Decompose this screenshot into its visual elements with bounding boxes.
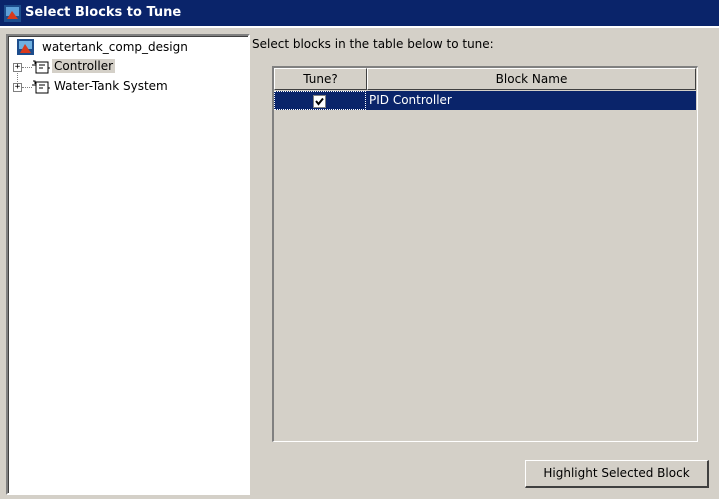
tune-checkbox[interactable] bbox=[313, 95, 326, 108]
instructions-text: Select blocks in the table below to tune… bbox=[252, 37, 494, 51]
table-row[interactable]: PID Controller bbox=[274, 91, 696, 110]
block-tree[interactable]: watertank_comp_design + Controller + Wat… bbox=[6, 34, 250, 495]
simulink-model-icon bbox=[17, 39, 34, 55]
tree-item-label: Water-Tank System bbox=[54, 79, 168, 93]
subsystem-block-icon bbox=[32, 80, 50, 94]
highlight-selected-block-button[interactable]: Highlight Selected Block bbox=[525, 460, 709, 488]
tree-connector bbox=[22, 67, 32, 68]
blocks-table[interactable]: Tune? Block Name PID Controller bbox=[272, 66, 698, 442]
tree-root-label: watertank_comp_design bbox=[42, 40, 188, 54]
checkmark-icon bbox=[315, 97, 324, 106]
column-header-block-name[interactable]: Block Name bbox=[367, 68, 696, 90]
column-header-tune[interactable]: Tune? bbox=[274, 68, 367, 90]
expand-plus-icon[interactable]: + bbox=[13, 63, 22, 72]
window-title: Select Blocks to Tune bbox=[25, 5, 182, 20]
block-name-cell[interactable]: PID Controller bbox=[367, 91, 452, 110]
title-bar: Select Blocks to Tune bbox=[0, 0, 719, 28]
subsystem-block-icon bbox=[32, 60, 50, 74]
tree-item-label: Controller bbox=[52, 59, 116, 73]
tree-connector bbox=[22, 87, 32, 88]
table-header: Tune? Block Name bbox=[274, 68, 696, 90]
expand-plus-icon[interactable]: + bbox=[13, 83, 22, 92]
matlab-model-icon bbox=[4, 5, 21, 22]
tune-cell[interactable] bbox=[274, 91, 366, 110]
